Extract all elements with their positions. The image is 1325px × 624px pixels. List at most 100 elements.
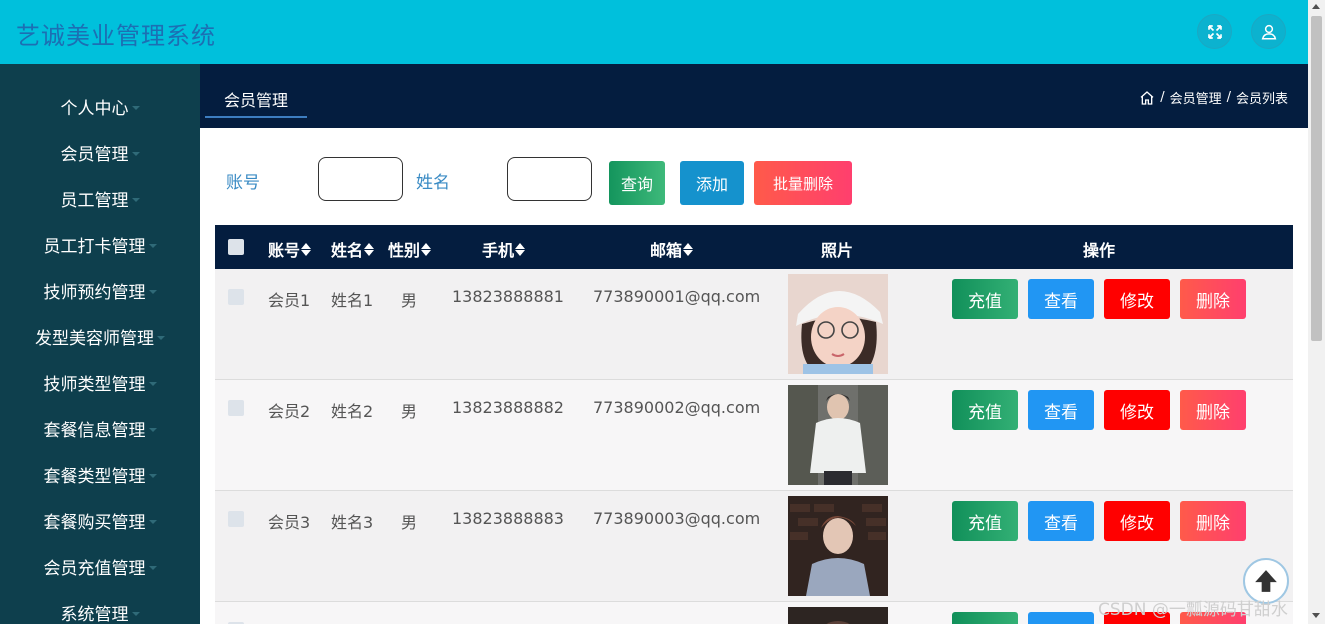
add-button[interactable]: 添加: [680, 161, 744, 205]
scroll-thumb[interactable]: [1311, 16, 1322, 341]
chevron-down-icon: [131, 198, 140, 202]
sidebar: 个人中心 会员管理 员工管理 员工打卡管理 技师预约管理 发型美容师管理 技师类…: [0, 64, 200, 624]
column-header-label: 账号: [268, 241, 301, 260]
delete-button[interactable]: 删除: [1180, 390, 1246, 430]
breadcrumb-separator: /: [1160, 90, 1165, 105]
table-row: 会员1 姓名1 男 13823888881 773890001@qq.com 充…: [215, 269, 1293, 380]
cell-gender: 男: [401, 291, 418, 310]
sidebar-item-label: 系统管理: [60, 604, 129, 624]
column-header-label: 姓名: [331, 241, 364, 260]
sidebar-item-package-purchase[interactable]: 套餐购买管理: [0, 497, 200, 543]
chevron-down-icon: [148, 244, 157, 248]
chevron-down-icon: [148, 428, 157, 432]
sidebar-item-technician-type[interactable]: 技师类型管理: [0, 359, 200, 405]
batch-delete-button[interactable]: 批量删除: [754, 161, 852, 205]
chevron-down-icon: [148, 520, 157, 524]
delete-button[interactable]: 删除: [1180, 501, 1246, 541]
scroll-down-icon[interactable]: [1312, 613, 1320, 618]
sort-icon[interactable]: [515, 242, 526, 256]
cell-name: 姓名3: [331, 513, 374, 532]
cell-account: 会员2: [268, 402, 311, 421]
tab-member-management[interactable]: 会员管理: [205, 82, 307, 118]
view-button[interactable]: 查看: [1028, 501, 1094, 541]
sidebar-item-personal-center[interactable]: 个人中心: [0, 83, 200, 129]
query-button[interactable]: 查询: [609, 161, 665, 205]
account-label: 账号: [226, 173, 260, 193]
sidebar-item-member-recharge[interactable]: 会员充值管理: [0, 543, 200, 589]
column-header-phone[interactable]: 手机: [482, 237, 526, 261]
breadcrumb-separator: /: [1226, 90, 1231, 105]
fullscreen-icon[interactable]: [1197, 14, 1232, 49]
column-header-actions: 操作: [1083, 237, 1115, 261]
sidebar-item-label: 会员管理: [60, 144, 129, 165]
edit-button[interactable]: 修改: [1104, 501, 1170, 541]
member-photo: [788, 496, 888, 596]
row-checkbox[interactable]: [228, 400, 244, 416]
row-checkbox[interactable]: [228, 511, 244, 527]
sort-icon[interactable]: [301, 242, 312, 256]
row-checkbox[interactable]: [228, 289, 244, 305]
edit-button[interactable]: 修改: [1104, 390, 1170, 430]
sidebar-item-staff-clockin[interactable]: 员工打卡管理: [0, 221, 200, 267]
recharge-button[interactable]: 充值: [952, 501, 1018, 541]
edit-button[interactable]: 修改: [1104, 279, 1170, 319]
column-header-photo: 照片: [821, 237, 853, 261]
cell-name: 姓名2: [331, 402, 374, 421]
column-header-label: 照片: [821, 241, 854, 260]
table-header: 账号 姓名 性别 手机 邮箱 照片 操作: [215, 225, 1293, 269]
home-icon[interactable]: [1139, 90, 1155, 106]
sidebar-item-label: 员工打卡管理: [43, 236, 146, 257]
view-button[interactable]: [1028, 612, 1094, 624]
recharge-button[interactable]: 充值: [952, 279, 1018, 319]
member-photo: [788, 385, 888, 485]
view-button[interactable]: 查看: [1028, 390, 1094, 430]
sort-icon[interactable]: [364, 242, 375, 256]
sidebar-item-stylist-management[interactable]: 发型美容师管理: [0, 313, 200, 359]
column-header-label: 操作: [1083, 241, 1116, 260]
column-header-name[interactable]: 姓名: [331, 237, 375, 261]
sidebar-item-staff-management[interactable]: 员工管理: [0, 175, 200, 221]
sidebar-item-package-type[interactable]: 套餐类型管理: [0, 451, 200, 497]
column-header-account[interactable]: 账号: [268, 237, 312, 261]
breadcrumb-item[interactable]: 会员管理: [1170, 88, 1222, 107]
sidebar-item-system-management[interactable]: 系统管理: [0, 589, 200, 624]
scroll-up-icon[interactable]: [1312, 4, 1320, 9]
sub-header: 会员管理 / 会员管理 / 会员列表: [200, 64, 1308, 128]
watermark: CSDN @一瓢源码甘甜水: [1098, 600, 1288, 620]
recharge-button[interactable]: 充值: [952, 390, 1018, 430]
app-title: 艺诚美业管理系统: [16, 22, 216, 50]
sidebar-item-package-info[interactable]: 套餐信息管理: [0, 405, 200, 451]
cell-name: 姓名1: [331, 291, 374, 310]
cell-account: 会员1: [268, 291, 311, 310]
member-photo: [788, 607, 888, 624]
sidebar-item-technician-booking[interactable]: 技师预约管理: [0, 267, 200, 313]
sidebar-item-label: 员工管理: [60, 190, 129, 211]
column-header-label: 手机: [482, 241, 515, 260]
sort-icon[interactable]: [421, 242, 432, 256]
sidebar-item-label: 个人中心: [60, 98, 129, 119]
chevron-down-icon: [131, 152, 140, 156]
column-header-gender[interactable]: 性别: [388, 237, 432, 261]
sidebar-item-label: 套餐类型管理: [43, 466, 146, 487]
name-input[interactable]: [507, 157, 592, 201]
chevron-down-icon: [148, 566, 157, 570]
arrow-up-icon: [1255, 570, 1277, 592]
column-header-email[interactable]: 邮箱: [650, 237, 694, 261]
sort-icon[interactable]: [683, 242, 694, 256]
view-button[interactable]: 查看: [1028, 279, 1094, 319]
table-row: 会员3 姓名3 男 13823888883 773890003@qq.com 充…: [215, 491, 1293, 602]
chevron-down-icon: [148, 474, 157, 478]
breadcrumb-item: 会员列表: [1235, 92, 1288, 107]
delete-button[interactable]: 删除: [1180, 279, 1246, 319]
account-input[interactable]: [318, 157, 403, 201]
page-scrollbar[interactable]: [1308, 0, 1325, 624]
cell-phone: 13823888883: [452, 509, 564, 528]
recharge-button[interactable]: [952, 612, 1018, 624]
chevron-down-icon: [157, 336, 165, 340]
sidebar-item-member-management[interactable]: 会员管理: [0, 129, 200, 175]
breadcrumb: / 会员管理 / 会员列表: [1139, 88, 1288, 107]
user-icon[interactable]: [1251, 14, 1286, 49]
sidebar-item-label: 发型美容师管理: [35, 328, 154, 349]
select-all-checkbox[interactable]: [228, 239, 244, 255]
sidebar-item-label: 套餐信息管理: [43, 420, 146, 441]
